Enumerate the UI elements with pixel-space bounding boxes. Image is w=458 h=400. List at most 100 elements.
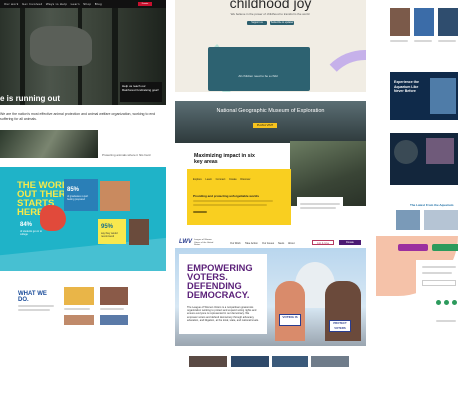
nav-item[interactable]: News — [278, 242, 284, 245]
student-photo — [100, 181, 130, 211]
student-photo — [129, 219, 149, 245]
nav-item[interactable]: Our work — [4, 2, 19, 6]
side-image — [426, 138, 454, 164]
text-line — [64, 308, 90, 310]
animal-tagline: We are the nation's most effective anima… — [0, 112, 156, 121]
nav-item[interactable]: Ways to Help — [46, 2, 67, 6]
card-museum-site[interactable]: National Geographic Museum of Exploratio… — [175, 101, 366, 229]
text-line — [300, 207, 336, 209]
secondary-caption: Protecting animals where it hits hard — [102, 153, 151, 157]
subscribe-button[interactable]: Subscribe to updates — [270, 21, 294, 25]
thumbnail[interactable] — [311, 356, 349, 367]
jumping-kid — [40, 205, 66, 231]
page-title: childhood joy — [229, 0, 312, 11]
protest-sign: VOTING IS — [279, 314, 301, 326]
donate-button[interactable]: Donate — [339, 240, 361, 245]
nav-links[interactable]: Our work Get Involved Ways to Help Learn… — [4, 2, 102, 6]
headline-line: DEMOCRACY. — [187, 290, 250, 300]
animal-figure — [30, 26, 92, 66]
tab[interactable]: Connect — [216, 178, 226, 181]
card-pink-site[interactable] — [376, 236, 458, 338]
impact-title: Maximizing impact in six key areas — [194, 153, 255, 165]
green-button[interactable] — [432, 244, 458, 251]
tree-trunk — [112, 8, 118, 105]
card-lwv-site[interactable]: LWV League of Women Voters of the United… — [175, 236, 366, 346]
card-world-site[interactable]: THE WORLD OUT THERE STARTS HERE 85% of g… — [0, 167, 166, 271]
tab[interactable]: Discover — [240, 178, 250, 181]
card-aquarium-site[interactable]: Experience the Aquarium Like Never Befor… — [390, 0, 458, 230]
nav-item[interactable]: Blog — [95, 2, 102, 6]
text-line — [436, 320, 456, 322]
news-image[interactable] — [390, 8, 410, 36]
nav-item[interactable]: Our Work — [230, 242, 241, 245]
lwv-logo-subtitle: League of Women Voters of the United Sta… — [194, 239, 214, 247]
form-line — [422, 272, 452, 274]
text-line — [414, 40, 432, 42]
text-line — [18, 309, 50, 311]
social-icon[interactable] — [452, 300, 457, 305]
purple-button[interactable] — [398, 244, 428, 251]
support-button[interactable]: Support us — [247, 21, 267, 25]
program-tile[interactable] — [100, 315, 128, 325]
tab[interactable]: Explore — [193, 178, 202, 181]
teal-panel — [208, 47, 310, 91]
nav-item[interactable]: Learn — [71, 2, 80, 6]
hero-headline: e is running out — [0, 94, 60, 103]
card-animal-site[interactable]: Our work Get Involved Ways to Help Learn… — [0, 0, 166, 105]
latest-image[interactable] — [396, 210, 420, 230]
text-line — [390, 40, 408, 42]
whatwedo-title: WHAT WE DO. — [18, 291, 47, 303]
news-image[interactable] — [414, 8, 434, 36]
program-tile[interactable] — [64, 287, 94, 305]
text-line — [193, 200, 273, 202]
program-tile[interactable] — [100, 287, 128, 305]
subtitle: We believe in the power of childhood to … — [230, 12, 310, 16]
card-joy-site[interactable]: childhood joy We believe in the power of… — [175, 0, 366, 92]
thumbnail[interactable] — [272, 356, 308, 367]
secondary-photo — [0, 130, 98, 158]
text-line — [300, 203, 340, 205]
hero-paragraph: The League of Women Voters is a nonparti… — [187, 306, 259, 322]
social-icon[interactable] — [444, 300, 449, 305]
lwv-logo[interactable]: LWV — [179, 239, 192, 245]
hero-headline: EMPOWERING VOTERS. DEFENDING DEMOCRACY. — [187, 263, 253, 300]
stat-caption: say they would recommend — [101, 232, 118, 238]
card-whatwedo-site[interactable]: WHAT WE DO. — [0, 275, 166, 325]
social-icon[interactable] — [436, 300, 441, 305]
text-line — [100, 308, 124, 310]
tab-row[interactable]: Explore Learn Connect Create Discover — [193, 178, 250, 181]
stat-value: 95% — [101, 224, 114, 230]
protest-sign: PROTECT VOTERS — [329, 320, 351, 332]
tab[interactable]: Learn — [205, 178, 212, 181]
plan-visit-button[interactable]: PLAN A VISIT — [253, 123, 277, 128]
donate-button[interactable]: Donate — [138, 2, 152, 6]
promo-image — [430, 78, 456, 114]
read-more-link[interactable] — [193, 211, 207, 213]
news-image[interactable] — [438, 8, 458, 36]
stat-value: 85% — [67, 187, 80, 193]
thumbnail[interactable] — [189, 356, 227, 367]
bird-image — [394, 140, 418, 164]
promo-headline: Experience the Aquarium Like Never Befor… — [394, 80, 419, 93]
thumbnail[interactable] — [231, 356, 269, 367]
join-give-button[interactable]: Join & Give — [312, 240, 334, 245]
panel-text: All children need to be a child — [238, 74, 278, 78]
fundraising-callout[interactable]: Help us reach our Rainforest fundraising… — [120, 82, 162, 102]
person-figure — [275, 281, 305, 341]
nav-item[interactable]: About — [288, 242, 295, 245]
nav-item[interactable]: Our Issues — [262, 242, 274, 245]
tree-trunk — [20, 8, 25, 105]
nav-item[interactable]: Take Action — [245, 242, 258, 245]
text-line — [438, 40, 456, 42]
form-line — [422, 266, 456, 268]
tab[interactable]: Create — [229, 178, 237, 181]
person-figure — [325, 281, 361, 341]
nav-item[interactable]: Shop — [83, 2, 91, 6]
stat-caption: of students go on to college — [20, 230, 42, 236]
latest-image[interactable] — [424, 210, 458, 230]
stat-value: 84% — [20, 222, 33, 228]
email-field[interactable] — [422, 280, 456, 286]
nav-item[interactable]: Get Involved — [22, 2, 42, 6]
text-line — [193, 204, 267, 206]
program-tile[interactable] — [64, 315, 94, 325]
